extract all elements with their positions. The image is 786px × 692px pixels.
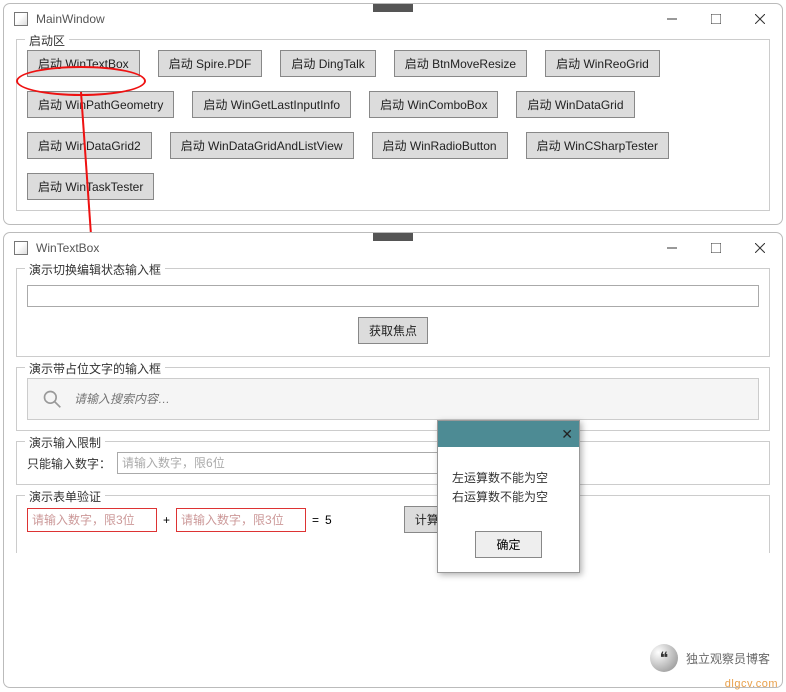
window-controls <box>650 233 782 263</box>
watermark: ❝ 独立观察员博客 <box>650 644 770 672</box>
maximize-button[interactable] <box>694 4 738 34</box>
titlebar[interactable]: WinTextBox <box>4 233 782 263</box>
search-box <box>27 378 759 420</box>
search-icon <box>42 389 62 409</box>
client-area: 演示切换编辑状态输入框 获取焦点 演示带占位文字的输入框 演示输入限制 只能输入… <box>4 263 782 575</box>
message-dialog: ✕ 左运算数不能为空 右运算数不能为空 确定 <box>437 420 580 573</box>
section-label: 演示表单验证 <box>25 488 105 505</box>
close-button[interactable] <box>738 233 782 263</box>
watermark-domain: dlgcv.com <box>725 678 778 690</box>
plus-label: + <box>163 513 170 527</box>
toggle-edit-input[interactable] <box>27 285 759 307</box>
launch-wintasktester-button[interactable]: 启动 WinTaskTester <box>27 173 154 200</box>
launch-group: 启动区 启动 WinTextBox 启动 Spire.PDF 启动 DingTa… <box>16 39 770 211</box>
dialog-message-1: 左运算数不能为空 <box>452 469 565 488</box>
launch-dingtalk-button[interactable]: 启动 DingTalk <box>280 50 375 77</box>
minimize-button[interactable] <box>650 4 694 34</box>
launch-wincombobox-button[interactable]: 启动 WinComboBox <box>369 91 498 118</box>
launch-wingetlastinputinfo-button[interactable]: 启动 WinGetLastInputInfo <box>192 91 351 118</box>
dialog-titlebar[interactable]: ✕ <box>438 421 579 447</box>
launch-buttons: 启动 WinTextBox 启动 Spire.PDF 启动 DingTalk 启… <box>27 50 759 200</box>
client-area: 启动区 启动 WinTextBox 启动 Spire.PDF 启动 DingTa… <box>4 34 782 233</box>
watermark-text: 独立观察员博客 <box>686 650 770 667</box>
dialog-message-2: 右运算数不能为空 <box>452 488 565 507</box>
lhs-input[interactable] <box>27 508 157 532</box>
app-icon <box>14 241 28 255</box>
child-window: WinTextBox 演示切换编辑状态输入框 获取焦点 演示带占位文字的输入框 … <box>3 232 783 688</box>
close-button[interactable] <box>738 4 782 34</box>
section-input-limit: 演示输入限制 只能输入数字： <box>16 441 770 485</box>
search-input[interactable] <box>74 392 744 406</box>
launch-windatagrid2-button[interactable]: 启动 WinDataGrid2 <box>27 132 152 159</box>
app-icon <box>14 12 28 26</box>
launch-winreogrid-button[interactable]: 启动 WinReoGrid <box>545 50 660 77</box>
window-title: MainWindow <box>36 12 105 26</box>
launch-btnmoveresize-button[interactable]: 启动 BtnMoveResize <box>394 50 527 77</box>
rhs-input[interactable] <box>176 508 306 532</box>
section-label: 演示切换编辑状态输入框 <box>25 261 165 278</box>
focus-button[interactable]: 获取焦点 <box>358 317 428 344</box>
dialog-footer: 确定 <box>438 523 579 572</box>
launch-winpathgeometry-button[interactable]: 启动 WinPathGeometry <box>27 91 174 118</box>
wechat-icon: ❝ <box>650 644 678 672</box>
result-label: 5 <box>325 513 332 527</box>
section-label: 演示输入限制 <box>25 434 105 451</box>
launch-wincsharptester-button[interactable]: 启动 WinCSharpTester <box>526 132 669 159</box>
main-window: MainWindow 启动区 启动 WinTextBox 启动 Spire.PD… <box>3 3 783 225</box>
launch-group-label: 启动区 <box>25 32 69 49</box>
dialog-ok-button[interactable]: 确定 <box>475 531 541 558</box>
section-label: 演示带占位文字的输入框 <box>25 360 165 377</box>
section-toggle-edit: 演示切换编辑状态输入框 获取焦点 <box>16 268 770 357</box>
launch-winradiobutton-button[interactable]: 启动 WinRadioButton <box>372 132 508 159</box>
section-placeholder: 演示带占位文字的输入框 <box>16 367 770 431</box>
numeric-only-label: 只能输入数字： <box>27 455 111 472</box>
launch-spirepdf-button[interactable]: 启动 Spire.PDF <box>158 50 263 77</box>
launch-wintextbox-button[interactable]: 启动 WinTextBox <box>27 50 140 77</box>
equals-label: = <box>312 513 319 527</box>
maximize-button[interactable] <box>694 233 738 263</box>
minimize-button[interactable] <box>650 233 694 263</box>
titlebar[interactable]: MainWindow <box>4 4 782 34</box>
dialog-body: 左运算数不能为空 右运算数不能为空 <box>438 447 579 523</box>
dialog-close-icon[interactable]: ✕ <box>561 426 573 443</box>
launch-windatagridandlistview-button[interactable]: 启动 WinDataGridAndListView <box>170 132 354 159</box>
window-controls <box>650 4 782 34</box>
launch-windatagrid-button[interactable]: 启动 WinDataGrid <box>516 91 634 118</box>
section-validation: 演示表单验证 + = 5 计算 <box>16 495 770 553</box>
window-title: WinTextBox <box>36 241 99 255</box>
